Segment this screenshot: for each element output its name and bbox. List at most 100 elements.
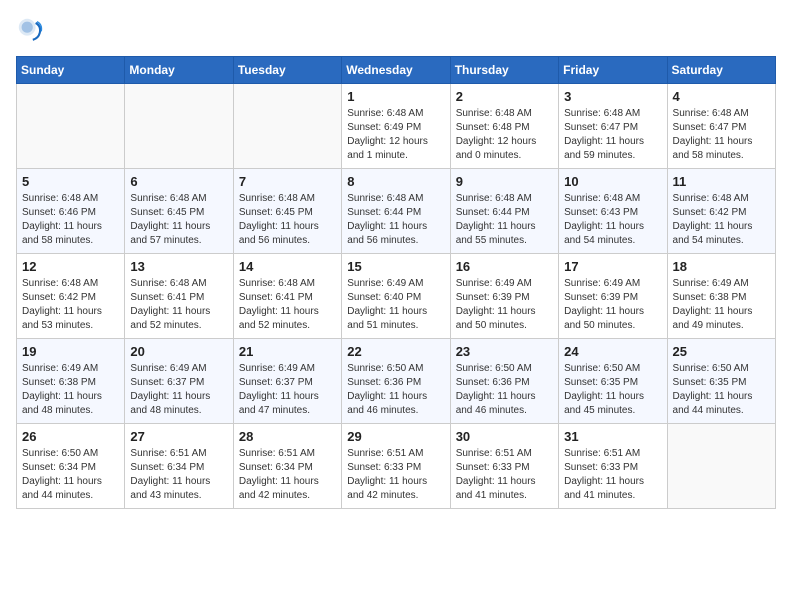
days-of-week-row: SundayMondayTuesdayWednesdayThursdayFrid… [17,57,776,84]
calendar-cell: 23 Sunrise: 6:50 AMSunset: 6:36 PMDayligh… [450,339,558,424]
day-info: Sunrise: 6:48 AMSunset: 6:47 PMDaylight:… [673,107,770,163]
day-number: 13 [130,259,227,274]
header-saturday: Saturday [667,57,775,84]
day-number: 19 [22,344,119,359]
calendar-cell: 17 Sunrise: 6:49 AMSunset: 6:39 PMDayligh… [559,254,667,339]
day-info: Sunrise: 6:50 AMSunset: 6:36 PMDaylight:… [347,362,444,418]
day-info: Sunrise: 6:48 AMSunset: 6:44 PMDaylight:… [456,192,553,248]
calendar-cell: 13 Sunrise: 6:48 AMSunset: 6:41 PMDayligh… [125,254,233,339]
calendar-cell: 27 Sunrise: 6:51 AMSunset: 6:34 PMDayligh… [125,424,233,509]
day-info: Sunrise: 6:48 AMSunset: 6:41 PMDaylight:… [239,277,336,333]
day-number: 21 [239,344,336,359]
calendar-cell: 18 Sunrise: 6:49 AMSunset: 6:38 PMDayligh… [667,254,775,339]
day-number: 25 [673,344,770,359]
day-number: 2 [456,89,553,104]
day-info: Sunrise: 6:49 AMSunset: 6:38 PMDaylight:… [673,277,770,333]
calendar-cell: 9 Sunrise: 6:48 AMSunset: 6:44 PMDaylight… [450,169,558,254]
calendar-cell: 25 Sunrise: 6:50 AMSunset: 6:35 PMDayligh… [667,339,775,424]
day-info: Sunrise: 6:48 AMSunset: 6:42 PMDaylight:… [673,192,770,248]
day-number: 22 [347,344,444,359]
calendar-cell: 19 Sunrise: 6:49 AMSunset: 6:38 PMDayligh… [17,339,125,424]
header-tuesday: Tuesday [233,57,341,84]
day-info: Sunrise: 6:50 AMSunset: 6:36 PMDaylight:… [456,362,553,418]
week-row-1: 1 Sunrise: 6:48 AMSunset: 6:49 PMDaylight… [17,84,776,169]
calendar-cell: 3 Sunrise: 6:48 AMSunset: 6:47 PMDaylight… [559,84,667,169]
day-number: 12 [22,259,119,274]
calendar-body: 1 Sunrise: 6:48 AMSunset: 6:49 PMDaylight… [17,84,776,509]
week-row-2: 5 Sunrise: 6:48 AMSunset: 6:46 PMDaylight… [17,169,776,254]
calendar-cell: 22 Sunrise: 6:50 AMSunset: 6:36 PMDayligh… [342,339,450,424]
day-info: Sunrise: 6:48 AMSunset: 6:44 PMDaylight:… [347,192,444,248]
calendar-cell: 20 Sunrise: 6:49 AMSunset: 6:37 PMDayligh… [125,339,233,424]
calendar-cell: 28Sunrise: 6:51 AMSunset: 6:34 PMDayligh… [233,424,341,509]
calendar-cell: 31 Sunrise: 6:51 AMSunset: 6:33 PMDayligh… [559,424,667,509]
calendar-cell: 8 Sunrise: 6:48 AMSunset: 6:44 PMDaylight… [342,169,450,254]
day-number: 6 [130,174,227,189]
calendar-cell: 4Sunrise: 6:48 AMSunset: 6:47 PMDaylight… [667,84,775,169]
day-info: Sunrise: 6:51 AMSunset: 6:33 PMDaylight:… [564,447,661,503]
calendar-cell: 30Sunrise: 6:51 AMSunset: 6:33 PMDayligh… [450,424,558,509]
day-number: 29 [347,429,444,444]
day-info: Sunrise: 6:49 AMSunset: 6:39 PMDaylight:… [456,277,553,333]
day-number: 30 [456,429,553,444]
day-number: 9 [456,174,553,189]
day-info: Sunrise: 6:49 AMSunset: 6:37 PMDaylight:… [130,362,227,418]
day-info: Sunrise: 6:48 AMSunset: 6:45 PMDaylight:… [130,192,227,248]
day-info: Sunrise: 6:49 AMSunset: 6:37 PMDaylight:… [239,362,336,418]
day-number: 16 [456,259,553,274]
day-number: 14 [239,259,336,274]
calendar-cell: 21 Sunrise: 6:49 AMSunset: 6:37 PMDayligh… [233,339,341,424]
header-sunday: Sunday [17,57,125,84]
calendar-cell: 7Sunrise: 6:48 AMSunset: 6:45 PMDaylight… [233,169,341,254]
calendar-header: SundayMondayTuesdayWednesdayThursdayFrid… [17,57,776,84]
day-number: 15 [347,259,444,274]
header-thursday: Thursday [450,57,558,84]
calendar-cell [233,84,341,169]
day-info: Sunrise: 6:51 AMSunset: 6:33 PMDaylight:… [347,447,444,503]
calendar-cell [125,84,233,169]
day-number: 1 [347,89,444,104]
calendar-cell: 15 Sunrise: 6:49 AMSunset: 6:40 PMDayligh… [342,254,450,339]
day-info: Sunrise: 6:48 AMSunset: 6:48 PMDaylight:… [456,107,553,163]
day-info: Sunrise: 6:48 AMSunset: 6:42 PMDaylight:… [22,277,119,333]
day-info: Sunrise: 6:48 AMSunset: 6:45 PMDaylight:… [239,192,336,248]
day-number: 31 [564,429,661,444]
calendar-cell: 14 Sunrise: 6:48 AMSunset: 6:41 PMDayligh… [233,254,341,339]
calendar-cell: 24Sunrise: 6:50 AMSunset: 6:35 PMDayligh… [559,339,667,424]
header-wednesday: Wednesday [342,57,450,84]
day-number: 8 [347,174,444,189]
day-number: 23 [456,344,553,359]
calendar-cell: 11Sunrise: 6:48 AMSunset: 6:42 PMDayligh… [667,169,775,254]
calendar-cell: 12 Sunrise: 6:48 AMSunset: 6:42 PMDayligh… [17,254,125,339]
calendar-cell: 2 Sunrise: 6:48 AMSunset: 6:48 PMDaylight… [450,84,558,169]
calendar-cell: 6 Sunrise: 6:48 AMSunset: 6:45 PMDaylight… [125,169,233,254]
day-info: Sunrise: 6:51 AMSunset: 6:34 PMDaylight:… [130,447,227,503]
week-row-5: 26 Sunrise: 6:50 AMSunset: 6:34 PMDayligh… [17,424,776,509]
calendar-cell: 26 Sunrise: 6:50 AMSunset: 6:34 PMDayligh… [17,424,125,509]
day-info: Sunrise: 6:48 AMSunset: 6:49 PMDaylight:… [347,107,444,163]
day-number: 27 [130,429,227,444]
day-number: 3 [564,89,661,104]
day-number: 20 [130,344,227,359]
day-info: Sunrise: 6:49 AMSunset: 6:38 PMDaylight:… [22,362,119,418]
page-header [16,16,776,44]
day-number: 28 [239,429,336,444]
day-info: Sunrise: 6:50 AMSunset: 6:35 PMDaylight:… [564,362,661,418]
logo-icon [16,16,44,44]
day-number: 26 [22,429,119,444]
header-friday: Friday [559,57,667,84]
day-info: Sunrise: 6:48 AMSunset: 6:46 PMDaylight:… [22,192,119,248]
calendar: SundayMondayTuesdayWednesdayThursdayFrid… [16,56,776,509]
day-info: Sunrise: 6:50 AMSunset: 6:34 PMDaylight:… [22,447,119,503]
day-info: Sunrise: 6:49 AMSunset: 6:40 PMDaylight:… [347,277,444,333]
day-number: 18 [673,259,770,274]
day-info: Sunrise: 6:50 AMSunset: 6:35 PMDaylight:… [673,362,770,418]
calendar-cell: 1 Sunrise: 6:48 AMSunset: 6:49 PMDaylight… [342,84,450,169]
logo [16,16,48,44]
day-info: Sunrise: 6:48 AMSunset: 6:41 PMDaylight:… [130,277,227,333]
day-info: Sunrise: 6:49 AMSunset: 6:39 PMDaylight:… [564,277,661,333]
day-number: 5 [22,174,119,189]
header-monday: Monday [125,57,233,84]
day-number: 17 [564,259,661,274]
day-info: Sunrise: 6:48 AMSunset: 6:47 PMDaylight:… [564,107,661,163]
